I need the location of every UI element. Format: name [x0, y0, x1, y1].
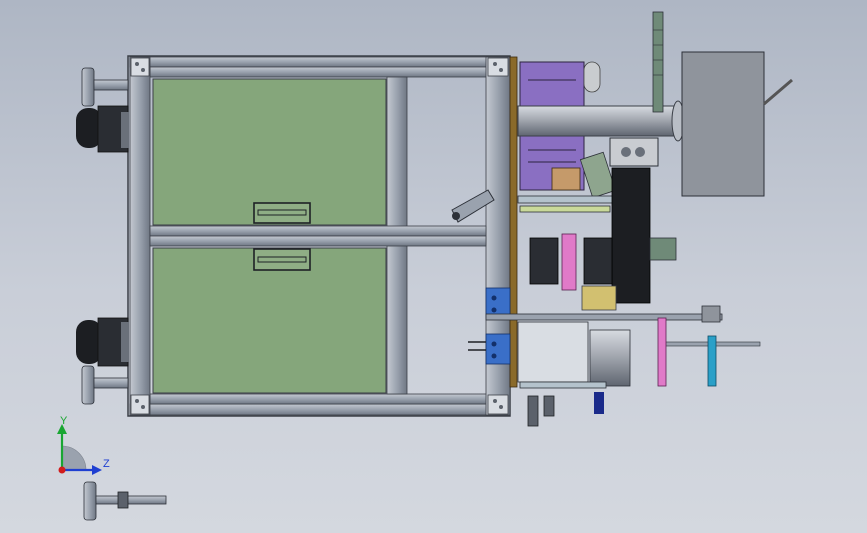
pink-rod[interactable] — [657, 317, 667, 387]
axis-triad: Y Z — [57, 415, 110, 475]
drive-block[interactable] — [611, 167, 651, 304]
lower-drawer[interactable] — [152, 247, 387, 394]
y-axis-label: Y — [60, 415, 68, 427]
stepper-motor-1[interactable] — [529, 237, 559, 285]
upper-drawer[interactable] — [152, 78, 387, 226]
control-box[interactable] — [681, 51, 765, 197]
x-axis-origin — [58, 466, 66, 474]
top-caster — [76, 67, 129, 153]
bottom-caster — [76, 317, 129, 405]
cyan-rod[interactable] — [707, 335, 717, 387]
z-axis-label: Z — [103, 458, 110, 470]
connector-block-top[interactable] — [485, 287, 511, 319]
stepper-motor-2[interactable] — [583, 237, 613, 285]
upper-drawer-handle[interactable] — [253, 202, 311, 224]
lower-drawer-handle[interactable] — [253, 248, 311, 271]
cad-3d-viewport[interactable]: Y Z — [0, 0, 867, 533]
connector-block-bottom[interactable] — [485, 333, 511, 365]
leveling-foot-part[interactable] — [83, 481, 167, 521]
